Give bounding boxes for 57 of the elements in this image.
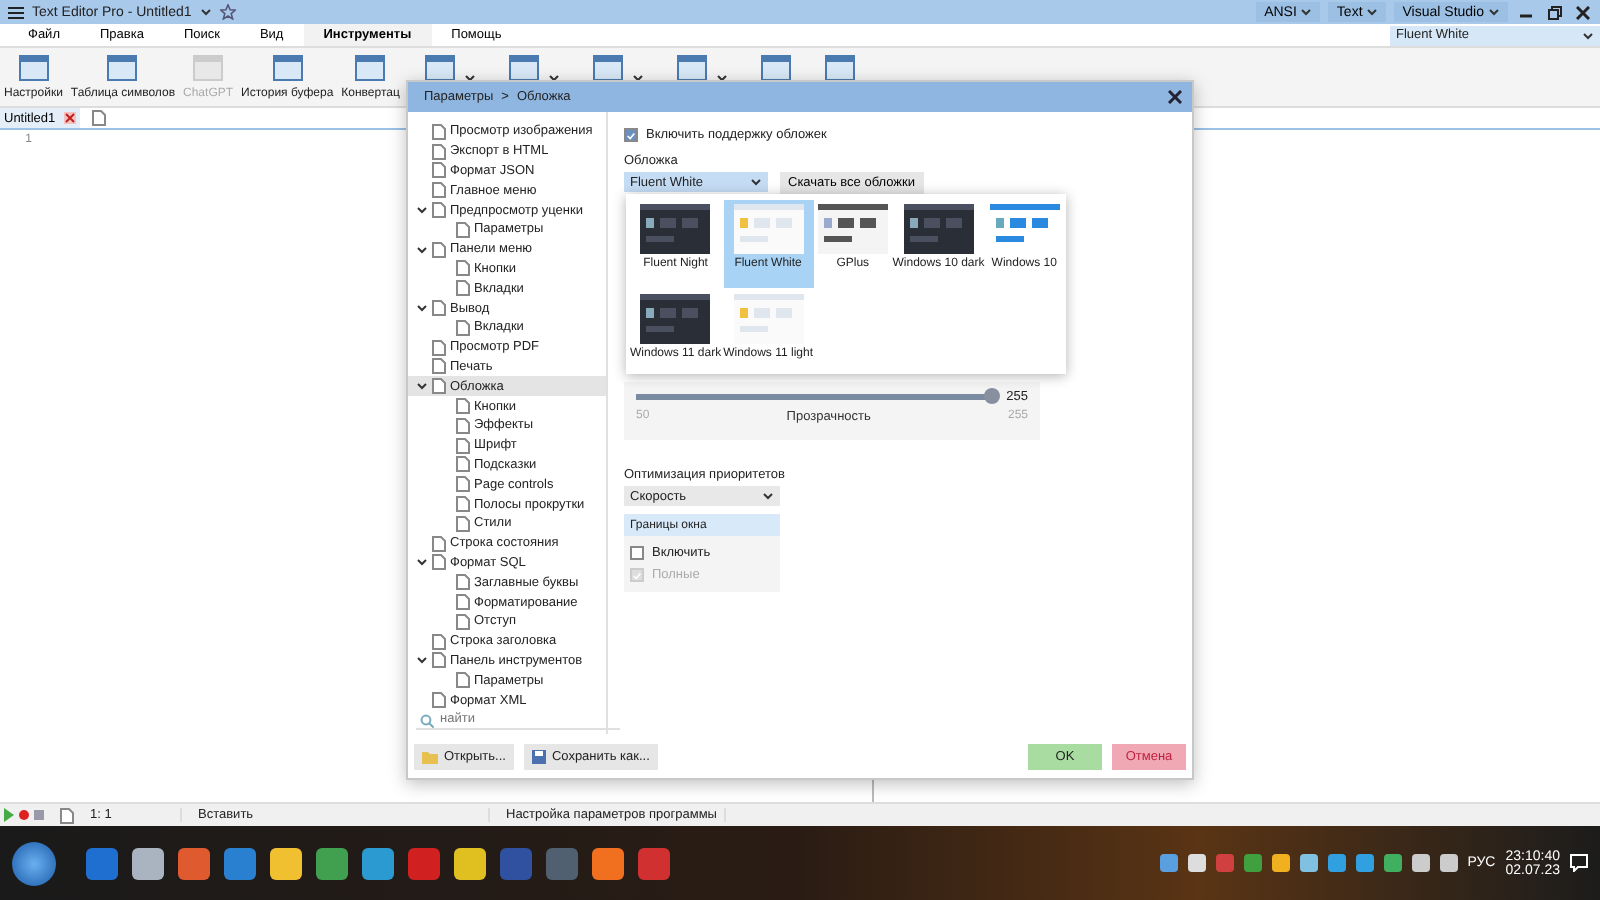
folder-icon xyxy=(422,749,438,763)
expand-caret-icon xyxy=(416,204,428,217)
taskbar-app-icon[interactable] xyxy=(270,847,302,879)
close-button[interactable] xyxy=(1164,87,1184,107)
expand-caret-icon xyxy=(416,302,428,315)
close-icon xyxy=(1575,5,1589,19)
taskbar-app-icon[interactable] xyxy=(316,847,348,879)
close-icon xyxy=(1167,90,1181,104)
expand-caret-icon xyxy=(416,243,428,256)
taskbar-app-icon[interactable] xyxy=(454,847,486,879)
window-icon xyxy=(759,52,792,84)
caret-icon xyxy=(1488,6,1500,18)
caret-icon xyxy=(463,72,476,84)
close-icon[interactable] xyxy=(63,112,76,124)
caret-icon xyxy=(631,72,644,84)
window-icon xyxy=(106,52,139,84)
page-icon xyxy=(60,807,74,823)
search-icon xyxy=(420,714,434,728)
caret-icon xyxy=(1366,6,1379,18)
expand-caret-icon xyxy=(416,654,428,667)
taskbar-app-icon[interactable] xyxy=(224,847,256,879)
window-icon xyxy=(271,52,304,84)
window-icon xyxy=(354,52,387,84)
skin-preview-drawing xyxy=(903,204,974,254)
restore-icon xyxy=(1547,5,1561,19)
restore-button[interactable] xyxy=(1544,2,1564,22)
notification-icon[interactable] xyxy=(1570,854,1588,872)
window-icon xyxy=(823,52,856,84)
expand-caret-icon xyxy=(416,380,428,393)
star-icon[interactable] xyxy=(219,4,236,20)
taskbar-app-icon[interactable] xyxy=(178,847,210,879)
caret-icon xyxy=(1582,29,1594,41)
checkbox[interactable] xyxy=(630,546,644,560)
menu-icon[interactable] xyxy=(8,5,24,19)
window-icon xyxy=(17,52,50,84)
start-button[interactable] xyxy=(12,841,56,885)
caret-icon xyxy=(1300,6,1313,18)
expand-caret-icon xyxy=(416,556,428,569)
caret-icon xyxy=(750,176,762,188)
caret-icon xyxy=(547,72,560,84)
skin-preview-drawing xyxy=(640,294,711,344)
window-icon xyxy=(507,52,540,84)
window-icon xyxy=(591,52,624,84)
skin-preview-drawing xyxy=(817,204,888,254)
close-button[interactable] xyxy=(1572,2,1592,22)
taskbar-app-icon[interactable] xyxy=(132,847,164,879)
skin-preview-drawing xyxy=(640,204,711,254)
slider-thumb[interactable] xyxy=(984,388,1001,404)
taskbar-app-icon[interactable] xyxy=(362,847,394,879)
checkbox[interactable] xyxy=(624,128,638,142)
taskbar-app-icon[interactable] xyxy=(592,847,624,879)
skin-preview-drawing xyxy=(733,204,804,254)
caret-icon xyxy=(762,490,774,502)
window-icon xyxy=(675,52,708,84)
window-icon xyxy=(423,52,456,84)
caret-icon xyxy=(715,72,728,84)
caret-icon xyxy=(199,6,212,18)
